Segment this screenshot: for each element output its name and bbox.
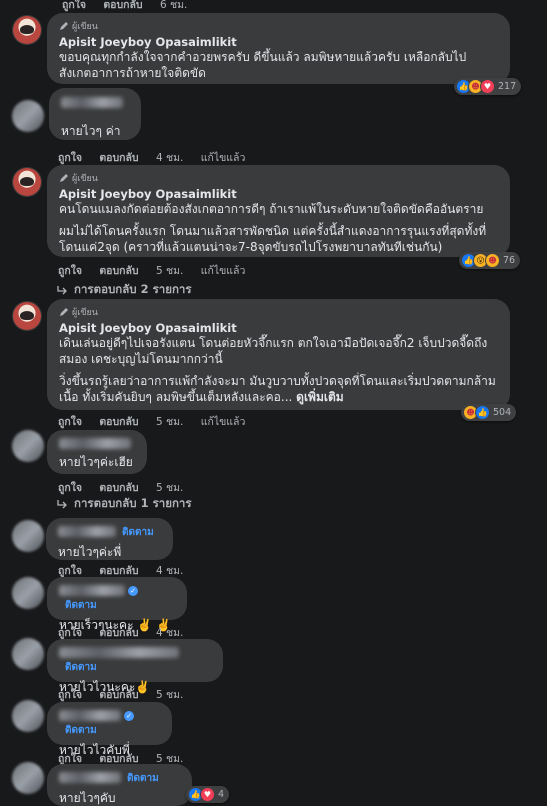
follow-link[interactable]: ติดตาม: [127, 773, 159, 784]
follow-link[interactable]: ติดตาม: [65, 662, 97, 673]
commenter-name[interactable]: ติดตาม: [59, 770, 180, 786]
commenter-name[interactable]: ✓ ติดตาม: [59, 583, 175, 613]
follow-link[interactable]: ติดตาม: [65, 725, 97, 736]
follow-link[interactable]: ติดตาม: [122, 527, 154, 538]
pen-icon: [60, 22, 68, 30]
comment-bubble: ✓ติดตาม หายเร็วๆนะคะ ✌️ ✌️: [47, 577, 187, 632]
comment-time[interactable]: 5 ชม.: [156, 482, 183, 494]
like-reaction-icon: 👍: [475, 405, 490, 420]
comment-text: เดินเล่นอยู่ดีๆไปเจอรังแตน โดนต่อยหัวจึ๊…: [59, 336, 496, 404]
comment-actions: ถูกใจ ตอบกลับ 5 ชม.: [58, 479, 197, 496]
follow-link[interactable]: ติดตาม: [65, 600, 97, 611]
comment-bubble: ติดตาม หายไวๆคับ: [47, 764, 192, 806]
like-link[interactable]: ถูกใจ: [58, 416, 82, 428]
like-link[interactable]: ถูกใจ: [58, 627, 82, 639]
comment-time[interactable]: 5 ชม.: [156, 416, 183, 428]
commenter-avatar[interactable]: [12, 577, 44, 609]
author-avatar[interactable]: [13, 16, 41, 44]
reaction-summary[interactable]: 👍 ♥ 4: [186, 786, 230, 803]
comment-actions: ถูกใจ ตอบกลับ 4 ชม. แก้ไขแล้ว: [58, 149, 259, 166]
comment-bubble: ผู้เขียน Apisit Joeyboy Opasaimlikit คนโ…: [47, 165, 510, 257]
view-replies-link[interactable]: การตอบกลับ 1 รายการ: [56, 495, 192, 513]
reply-link[interactable]: ตอบกลับ: [99, 689, 138, 701]
comment-actions: ถูกใจ ตอบกลับ 5 ชม.: [58, 686, 197, 703]
commenter-avatar[interactable]: [12, 100, 44, 132]
like-link[interactable]: ถูกใจ: [62, 0, 86, 11]
reply-arrow-icon: [57, 286, 67, 295]
comment-actions: ถูกใจ ตอบกลับ 5 ชม. แก้ไขแล้ว: [58, 262, 259, 279]
view-replies-link[interactable]: การตอบกลับ 2 รายการ: [56, 281, 192, 299]
comment-time[interactable]: 5 ชม.: [156, 689, 183, 701]
comment-bubble: หายไวๆค่ะเฮีย: [47, 430, 147, 474]
heart-reaction-icon: ♥: [480, 79, 495, 94]
commenter-name[interactable]: ติดตาม: [58, 524, 161, 540]
comment-text: คนโดนแมลงกัดต่อยต้องสังเกตอาการดีๆ ถ้าเร…: [59, 202, 487, 254]
commenter-name[interactable]: Apisit Joeyboy Opasaimlikit: [59, 321, 498, 335]
commenter-avatar[interactable]: [12, 430, 44, 462]
comment-bubble: ✓ติดตาม หายไวไวคับพี่: [47, 702, 172, 757]
reply-link[interactable]: ตอบกลับ: [99, 152, 138, 164]
comment-time[interactable]: 4 ชม.: [156, 565, 183, 577]
pen-icon: [60, 174, 68, 182]
comment-text: หายไวๆคับ: [59, 791, 116, 805]
like-link[interactable]: ถูกใจ: [58, 152, 82, 164]
comment-text: หายไวๆ ค่า: [61, 124, 121, 138]
comment-time[interactable]: 6 ชม.: [160, 0, 187, 11]
reply-arrow-icon: [57, 500, 67, 509]
heart-reaction-icon: ♥: [200, 787, 215, 802]
author-badge: ผู้เขียน: [59, 19, 498, 33]
comment-text: หายไวๆค่ะพี่: [58, 545, 122, 559]
comment-time[interactable]: 4 ชม.: [156, 627, 183, 639]
comment-bubble: ติดตาม หายไวไวนะคะ✌️: [47, 639, 223, 694]
like-link[interactable]: ถูกใจ: [58, 265, 82, 277]
author-badge: ผู้เขียน: [59, 305, 498, 319]
reaction-summary[interactable]: 👍 ☻ ♥ 217: [454, 78, 522, 95]
comment-bubble: หายไวๆ ค่า: [49, 88, 141, 140]
comment-bubble: ผู้เขียน Apisit Joeyboy Opasaimlikit ขอบ…: [47, 13, 510, 84]
care-reaction-icon: ☻: [485, 253, 500, 268]
reply-link[interactable]: ตอบกลับ: [99, 565, 138, 577]
comment-bubble: ผู้เขียน Apisit Joeyboy Opasaimlikit เดิ…: [47, 299, 510, 410]
like-link[interactable]: ถูกใจ: [58, 689, 82, 701]
commenter-avatar[interactable]: [12, 638, 44, 670]
comment-actions-top: ถูกใจ ตอบกลับ 6 ชม.: [62, 0, 201, 13]
author-badge: ผู้เขียน: [59, 171, 498, 185]
commenter-name[interactable]: [61, 95, 129, 109]
edited-label[interactable]: แก้ไขแล้ว: [201, 152, 246, 164]
reply-link[interactable]: ตอบกลับ: [103, 0, 142, 11]
commenter-name[interactable]: Apisit Joeyboy Opasaimlikit: [59, 187, 498, 201]
comment-actions: ถูกใจ ตอบกลับ 5 ชม. แก้ไขแล้ว: [58, 413, 259, 430]
reply-link[interactable]: ตอบกลับ: [99, 416, 138, 428]
author-avatar[interactable]: [13, 302, 41, 330]
edited-label[interactable]: แก้ไขแล้ว: [201, 265, 246, 277]
commenter-avatar[interactable]: [12, 762, 44, 794]
commenter-avatar[interactable]: [12, 520, 44, 552]
like-link[interactable]: ถูกใจ: [58, 482, 82, 494]
comment-text: ขอบคุณทุกกำลังใจจากคำอวยพรครับ ดีขึ้นแล้…: [59, 50, 467, 80]
commenter-name[interactable]: [59, 436, 135, 450]
comment-time[interactable]: 5 ชม.: [156, 265, 183, 277]
edited-label[interactable]: แก้ไขแล้ว: [201, 416, 246, 428]
like-link[interactable]: ถูกใจ: [58, 565, 82, 577]
commenter-name[interactable]: ติดตาม: [59, 645, 211, 675]
see-more-link[interactable]: ดูเพิ่มเติม: [296, 390, 344, 404]
comment-bubble: ติดตาม หายไวๆค่ะพี่: [46, 518, 173, 560]
commenter-name[interactable]: ✓ ติดตาม: [59, 708, 160, 738]
comment-text: หายไวๆค่ะเฮีย: [59, 455, 133, 469]
commenter-avatar[interactable]: [12, 700, 44, 732]
reply-link[interactable]: ตอบกลับ: [99, 482, 138, 494]
author-avatar[interactable]: [13, 168, 41, 196]
commenter-name[interactable]: Apisit Joeyboy Opasaimlikit: [59, 35, 498, 49]
reply-link[interactable]: ตอบกลับ: [99, 265, 138, 277]
reply-link[interactable]: ตอบกลับ: [99, 627, 138, 639]
comment-time[interactable]: 4 ชม.: [156, 152, 183, 164]
reaction-summary[interactable]: 👍 😮 ☻ 76: [459, 252, 521, 269]
verified-icon: ✓: [128, 585, 138, 596]
verified-icon: ✓: [124, 710, 134, 721]
pen-icon: [60, 308, 68, 316]
reaction-summary[interactable]: ☻ 👍 504: [461, 404, 517, 421]
